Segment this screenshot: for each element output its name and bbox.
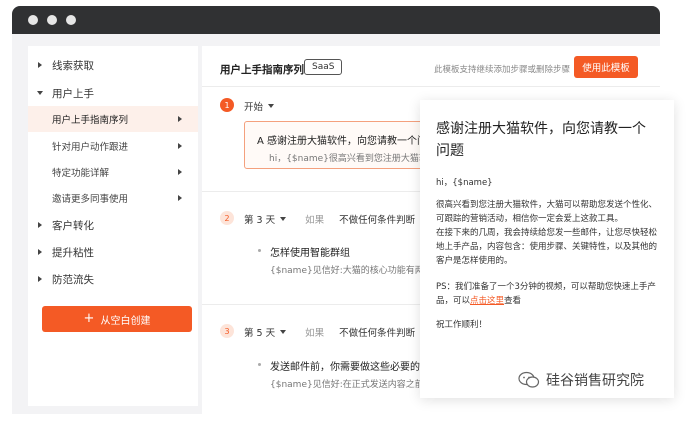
condition-prefix: 如果 [305,328,325,339]
window-close-dot[interactable] [28,15,38,25]
step-label: 第 3 天 [244,215,276,226]
preview-paragraph: 很高兴看到您注册大猫软件，大猫可以帮助您发送个性化、可跟踪的营销活动，相信你一定… [436,198,658,268]
step-number: 3 [220,324,234,338]
chevron-down-icon [268,104,275,108]
watermark-text: 硅谷销售研究院 [546,373,644,389]
chevron-right-icon [38,61,42,68]
step-2-trigger[interactable]: 第 3 天 如果 不做任何条件判断 [244,212,427,226]
window-titlebar [12,6,660,34]
sidebar-group-onboarding[interactable]: 用户上手 [28,80,198,106]
preview-paragraph-2: 在接下来的几周，我会持续给您发一些邮件，让您尽快轻松地上手产品，内容包含：使用步… [436,228,658,266]
step-label: 开始 [244,102,264,113]
email-subject: 发送邮件前，你需要做这些必要的设置 [270,362,440,373]
category-badge: SaaS [304,59,343,75]
chevron-down-icon [37,91,43,95]
sidebar-group-label: 线索获取 [52,59,94,72]
step-1-trigger[interactable]: 开始 [244,99,275,113]
chevron-right-icon [178,115,182,122]
page-title: 用户上手指南序列 [220,64,304,76]
chevron-right-icon [38,275,42,282]
email-preview: hi，{$name}很高兴看到您注册大猫软件 [269,154,437,164]
sidebar-item-onboarding-guide[interactable]: 用户上手指南序列 [28,106,198,132]
chevron-down-icon [280,217,287,221]
chevron-right-icon [38,248,42,255]
sidebar-group-lead-acquisition[interactable]: 线索获取 [28,52,198,78]
ps-text: PS：我们准备了一个3分钟的视频，可以帮助您快速上手产品，可以 [436,282,656,306]
sidebar-item-label: 用户上手指南序列 [52,115,129,126]
sidebar-group-label: 防范流失 [52,273,94,286]
header-divider [202,86,660,87]
create-from-blank-button[interactable]: + 从空白创建 [42,306,192,332]
template-hint: 此模板支持继续添加步骤或删除步骤 [434,65,571,75]
watermark: 硅谷销售研究院 [518,370,644,390]
chevron-right-icon [178,194,182,201]
video-link[interactable]: 点击这里 [470,296,504,306]
sidebar-item-label: 邀请更多同事使用 [52,194,129,205]
sidebar-group-churn-prevention[interactable]: 防范流失 [28,266,198,292]
condition-select[interactable]: 不做任何条件判断 [339,212,415,226]
chevron-right-icon [178,142,182,149]
preview-greeting: hi，{$name} [436,178,493,188]
preview-ps: PS：我们准备了一个3分钟的视频，可以帮助您快速上手产品，可以点击这里查看 [436,280,658,308]
preview-subject: 感谢注册大猫软件，向您请教一个问题 [436,121,646,159]
plus-icon: + [83,311,95,326]
bullet-icon [258,363,261,366]
preview-paragraph-1: 很高兴看到您注册大猫软件，大猫可以帮助您发送个性化、可跟踪的营销活动，相信你一定… [436,200,658,224]
window-minimize-dot[interactable] [47,15,57,25]
email-preview-panel: 感谢注册大猫软件，向您请教一个问题 hi，{$name} 很高兴看到您注册大猫软… [420,100,674,398]
use-template-button[interactable]: 使用此模板 [574,56,638,78]
step-number: 2 [220,211,234,225]
condition-prefix: 如果 [305,215,325,226]
ps-text-end: 查看 [504,296,522,306]
step-label: 第 5 天 [244,328,276,339]
sidebar-item-user-action-followup[interactable]: 针对用户动作跟进 [28,133,198,159]
email-subject: A 感谢注册大猫软件，向您请教一个问题 [257,136,438,147]
bullet-icon [258,249,261,252]
sidebar-group-label: 提升粘性 [52,246,94,259]
sidebar-group-stickiness[interactable]: 提升粘性 [28,239,198,265]
step-3-trigger[interactable]: 第 5 天 如果 不做任何条件判断 [244,325,427,339]
window-maximize-dot[interactable] [66,15,76,25]
email-subject: 怎样使用智能群组 [270,248,350,259]
sidebar: 线索获取 用户上手 用户上手指南序列 针对用户动作跟进 特定功能详解 邀请更多同… [28,46,198,406]
chevron-down-icon [280,330,287,334]
sidebar-group-conversion[interactable]: 客户转化 [28,212,198,238]
sidebar-item-invite-colleagues[interactable]: 邀请更多同事使用 [28,185,198,211]
chevron-right-icon [38,221,42,228]
email-preview: {$name}见信好:在正式发送内容之前，你 [270,380,442,390]
sidebar-group-label: 客户转化 [52,219,94,232]
condition-select[interactable]: 不做任何条件判断 [339,325,415,339]
sidebar-item-label: 针对用户动作跟进 [52,142,129,153]
email-preview: {$name}见信好:大猫的核心功能有两个： [270,266,442,276]
sidebar-item-label: 特定功能详解 [52,168,110,179]
sidebar-item-feature-details[interactable]: 特定功能详解 [28,159,198,185]
step-number: 1 [220,98,234,112]
create-from-blank-label: 从空白创建 [100,315,151,327]
sidebar-group-label: 用户上手 [52,87,94,100]
chevron-right-icon [178,168,182,175]
preview-closing: 祝工作顺利！ [436,320,488,330]
wechat-icon [518,371,540,388]
